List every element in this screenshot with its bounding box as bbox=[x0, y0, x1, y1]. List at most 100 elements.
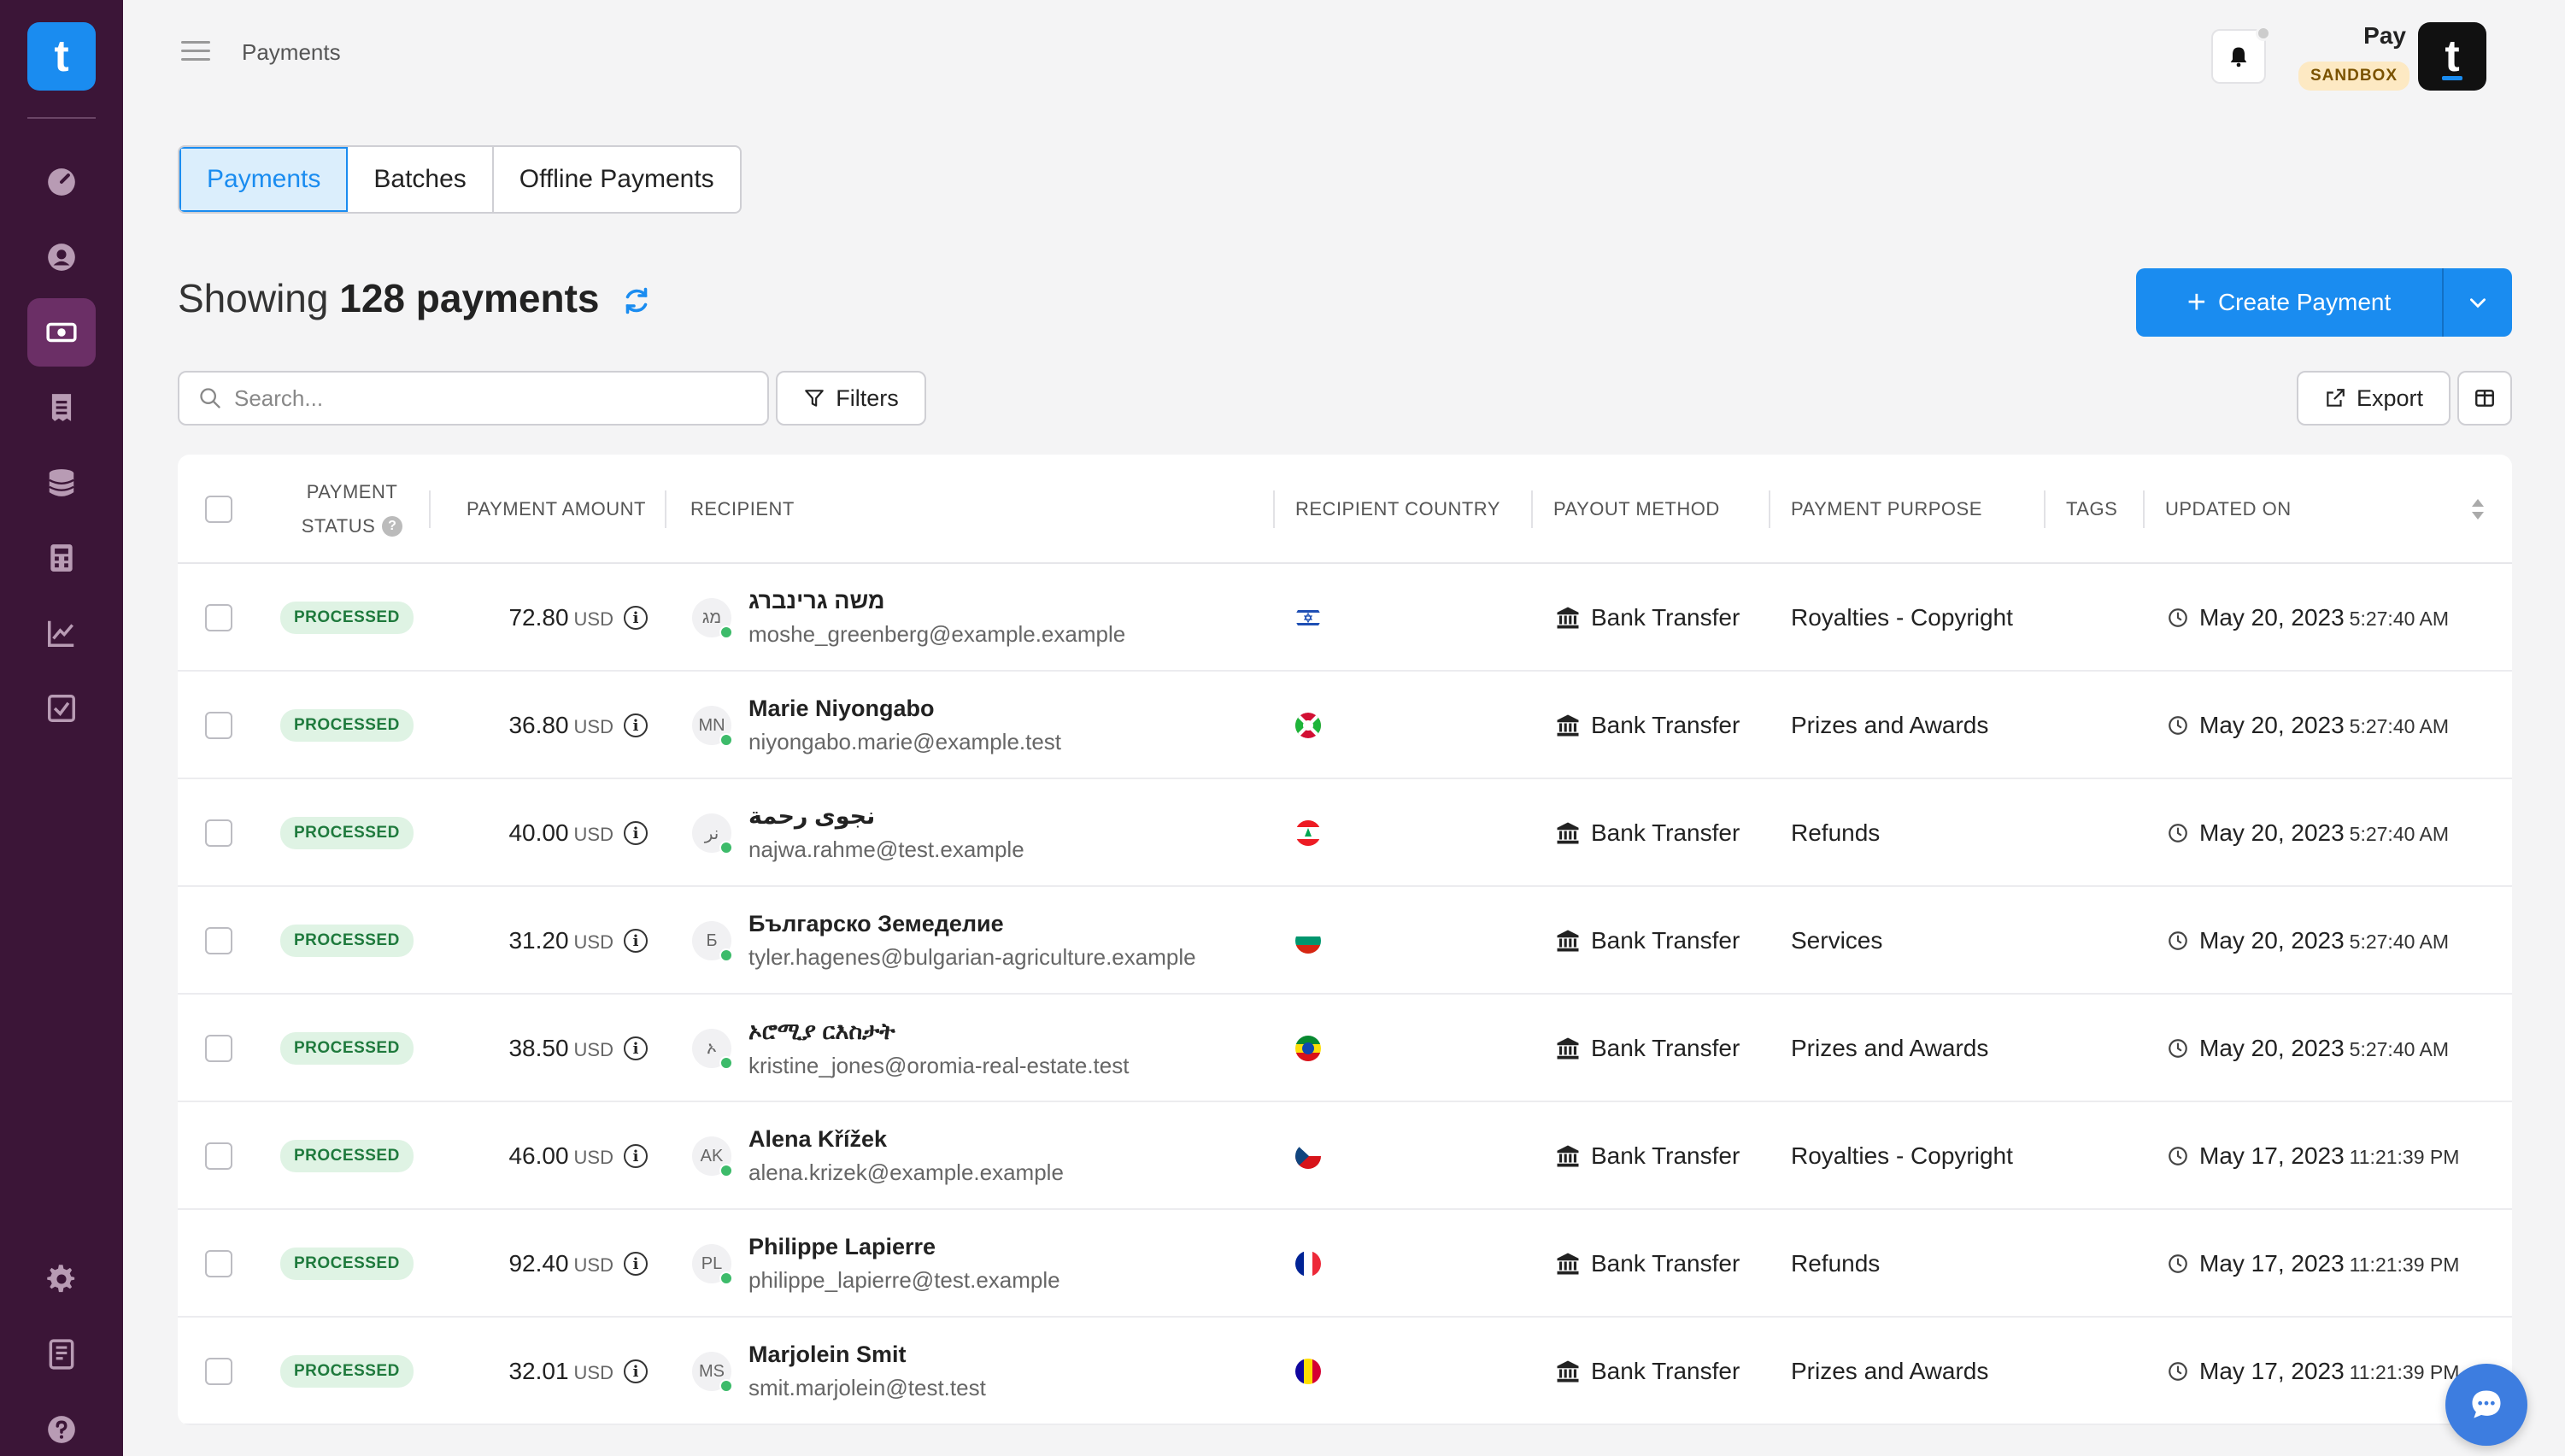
account-avatar[interactable]: t bbox=[2418, 22, 2486, 91]
refresh-icon[interactable] bbox=[621, 285, 652, 316]
row-checkbox[interactable] bbox=[205, 1142, 232, 1170]
header-payout-method[interactable]: PAYOUT METHOD bbox=[1553, 455, 1720, 564]
table-row[interactable]: PROCESSED 32.01 USD i MS Marjolein Smit smit.m… bbox=[178, 1318, 2512, 1425]
updated-date: May 20, 2023 bbox=[2199, 604, 2345, 631]
updated-date: May 20, 2023 bbox=[2199, 712, 2345, 738]
header-status-line1: PAYMENT bbox=[306, 481, 398, 502]
sidebar-item-settings[interactable] bbox=[27, 1245, 96, 1313]
info-icon[interactable]: i bbox=[624, 713, 648, 737]
hamburger-menu-icon[interactable] bbox=[181, 39, 210, 63]
tab-offline-payments[interactable]: Offline Payments bbox=[494, 147, 740, 212]
app-logo[interactable]: t bbox=[27, 22, 96, 91]
sidebar-item-docs[interactable] bbox=[27, 1320, 96, 1388]
select-all-checkbox[interactable] bbox=[205, 496, 232, 523]
info-icon[interactable]: i bbox=[624, 1036, 648, 1060]
column-separator bbox=[2143, 490, 2145, 528]
sidebar-item-reports[interactable] bbox=[27, 599, 96, 667]
header-payment-amount[interactable]: PAYMENT AMOUNT bbox=[467, 455, 646, 564]
breadcrumb: Payments bbox=[242, 39, 341, 65]
row-checkbox[interactable] bbox=[205, 1035, 232, 1062]
recipient-cell[interactable]: ኦ ኦሮሚያ ርእስታት kristine_jones@oromia-real-es… bbox=[692, 995, 1129, 1102]
search-input[interactable] bbox=[234, 385, 747, 412]
amount-cell: 72.80 USD i bbox=[427, 564, 648, 672]
create-payment-button[interactable]: + Create Payment bbox=[2136, 268, 2444, 337]
info-icon[interactable]: i bbox=[624, 929, 648, 953]
filters-button[interactable]: Filters bbox=[776, 371, 926, 426]
updated-on: May 20, 2023 5:27:40 AM bbox=[2199, 604, 2449, 631]
table-row[interactable]: PROCESSED 31.20 USD i Б Българско Земеделие ty… bbox=[178, 887, 2512, 995]
sidebar-item-funding[interactable] bbox=[27, 449, 96, 517]
status-badge: PROCESSED bbox=[280, 925, 414, 957]
country-cell bbox=[1295, 1318, 1321, 1425]
table-row[interactable]: PROCESSED 72.80 USD i מג משה גרינברג moshe_gre… bbox=[178, 564, 2512, 672]
recipient-cell[interactable]: MN Marie Niyongabo niyongabo.marie@example… bbox=[692, 672, 1061, 779]
sidebar-item-dashboard[interactable] bbox=[27, 148, 96, 216]
amount-cell: 32.01 USD i bbox=[427, 1318, 648, 1425]
table-row[interactable]: PROCESSED 92.40 USD i PL Philippe Lapierre phi… bbox=[178, 1210, 2512, 1318]
table-row[interactable]: PROCESSED 46.00 USD i AK Alena Křížek alena.kr… bbox=[178, 1102, 2512, 1210]
purpose-cell: Refunds bbox=[1791, 1210, 1880, 1318]
row-checkbox[interactable] bbox=[205, 1358, 232, 1385]
notification-dot bbox=[2256, 26, 2271, 41]
row-checkbox[interactable] bbox=[205, 819, 232, 847]
recipient-email: kristine_jones@oromia-real-estate.test bbox=[748, 1052, 1130, 1078]
row-checkbox[interactable] bbox=[205, 604, 232, 631]
row-checkbox[interactable] bbox=[205, 712, 232, 739]
purpose-cell: Refunds bbox=[1791, 779, 1880, 887]
recipient-avatar: מג bbox=[692, 598, 733, 639]
header-recipient-country[interactable]: RECIPIENT COUNTRY bbox=[1295, 455, 1500, 564]
info-icon[interactable]: i bbox=[624, 1144, 648, 1168]
create-payment-split-button: + Create Payment bbox=[2136, 268, 2512, 337]
sidebar-item-approvals[interactable] bbox=[27, 674, 96, 743]
table-row[interactable]: PROCESSED 38.50 USD i ኦ ኦሮሚያ ርእስታት kristine_jo… bbox=[178, 995, 2512, 1102]
line-chart-icon bbox=[48, 620, 74, 647]
row-checkbox[interactable] bbox=[205, 1250, 232, 1277]
amount-currency: USD bbox=[573, 1362, 613, 1383]
info-icon[interactable]: i bbox=[624, 606, 648, 630]
recipient-cell[interactable]: AK Alena Křížek alena.krizek@example.examp… bbox=[692, 1102, 1064, 1210]
header-payment-status[interactable]: PAYMENT STATUS? bbox=[280, 455, 424, 564]
sidebar-item-recipients[interactable] bbox=[27, 223, 96, 291]
chat-button[interactable] bbox=[2445, 1364, 2527, 1446]
header-tags[interactable]: TAGS bbox=[2066, 455, 2117, 564]
tab-batches[interactable]: Batches bbox=[348, 147, 494, 212]
recipient-cell[interactable]: PL Philippe Lapierre philippe_lapierre@tes… bbox=[692, 1210, 1060, 1318]
tab-payments[interactable]: Payments bbox=[179, 147, 349, 212]
payout-method-cell: Bank Transfer bbox=[1555, 779, 1740, 887]
recipient-cell[interactable]: Б Българско Земеделие tyler.hagenes@bulgar… bbox=[692, 887, 1196, 995]
recipient-avatar: MS bbox=[692, 1352, 733, 1393]
amount-cell: 38.50 USD i bbox=[427, 995, 648, 1102]
recipient-cell[interactable]: نر نجوى رحمة najwa.rahme@test.example bbox=[692, 779, 1024, 887]
gear-icon bbox=[47, 1265, 75, 1293]
info-icon[interactable]: i bbox=[624, 821, 648, 845]
sidebar-item-calculator[interactable] bbox=[27, 524, 96, 592]
country-flag-icon bbox=[1295, 605, 1321, 631]
info-icon[interactable]: i bbox=[624, 1359, 648, 1383]
columns-toggle-button[interactable] bbox=[2457, 371, 2512, 426]
header-recipient[interactable]: RECIPIENT bbox=[690, 455, 795, 564]
sidebar-item-invoices[interactable] bbox=[27, 373, 96, 442]
sidebar-item-help[interactable] bbox=[27, 1395, 96, 1456]
header-updated-on[interactable]: UPDATED ON bbox=[2165, 455, 2292, 564]
sort-toggle[interactable] bbox=[2469, 455, 2486, 564]
recipient-cell[interactable]: MS Marjolein Smit smit.marjolein@test.test bbox=[692, 1318, 986, 1425]
updated-time: 11:21:39 PM bbox=[2349, 1361, 2460, 1383]
help-icon[interactable]: ? bbox=[382, 516, 403, 537]
recipient-cell[interactable]: מג משה גרינברג moshe_greenberg@example.exa… bbox=[692, 564, 1125, 672]
info-icon[interactable]: i bbox=[624, 1252, 648, 1276]
export-button[interactable]: Export bbox=[2297, 371, 2451, 426]
updated-time: 5:27:40 AM bbox=[2349, 931, 2450, 953]
status-cell: PROCESSED bbox=[280, 1318, 414, 1425]
sidebar-item-payments[interactable] bbox=[27, 298, 96, 367]
column-separator bbox=[1273, 490, 1275, 528]
payout-method: Bank Transfer bbox=[1591, 1142, 1740, 1169]
recipient-email: tyler.hagenes@bulgarian-agriculture.exam… bbox=[748, 944, 1196, 970]
recipient-name: Philippe Lapierre bbox=[748, 1234, 936, 1259]
table-row[interactable]: PROCESSED 36.80 USD i MN Marie Niyongabo niyon… bbox=[178, 672, 2512, 779]
header-payment-purpose[interactable]: PAYMENT PURPOSE bbox=[1791, 455, 1982, 564]
table-row[interactable]: PROCESSED 40.00 USD i نر نجوى رحمة najwa.rahme… bbox=[178, 779, 2512, 887]
create-payment-dropdown[interactable] bbox=[2444, 291, 2512, 314]
updated-on: May 20, 2023 5:27:40 AM bbox=[2199, 712, 2449, 739]
create-payment-label: Create Payment bbox=[2217, 289, 2392, 315]
row-checkbox[interactable] bbox=[205, 927, 232, 954]
